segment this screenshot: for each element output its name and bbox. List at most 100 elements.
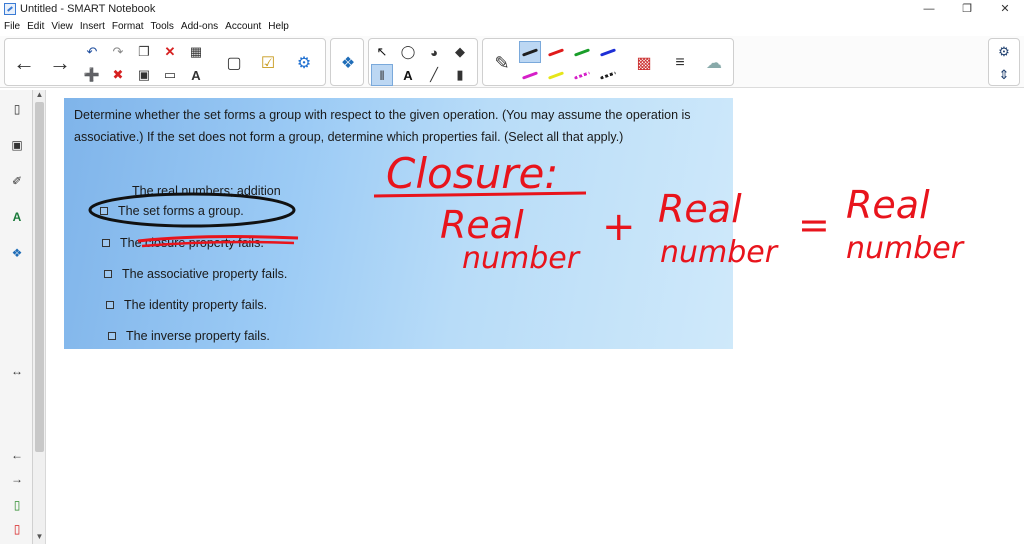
question-prompt: Determine whether the set forms a group … (74, 108, 691, 144)
color-palette-icon[interactable]: ▩ (627, 41, 661, 85)
option-label: The inverse property fails. (126, 329, 270, 343)
pen-style-magenta[interactable] (519, 64, 541, 86)
delete-page-side-icon[interactable]: ▯ (8, 520, 26, 538)
option-closure-fails: The closure property fails. (102, 236, 264, 250)
menu-insert[interactable]: Insert (80, 21, 105, 32)
undo-icon[interactable]: ↶ (81, 41, 103, 63)
table-icon[interactable]: ▦ (185, 41, 207, 63)
delete-page-icon[interactable]: ✖ (107, 64, 129, 86)
pen-swatch (599, 47, 617, 57)
option-label: The closure property fails. (120, 236, 264, 250)
gallery-icon[interactable]: ▣ (8, 136, 26, 154)
menu-tools[interactable]: Tools (151, 21, 174, 32)
menu-file[interactable]: File (4, 21, 20, 32)
menu-account[interactable]: Account (225, 21, 261, 32)
forward-icon[interactable]: → (43, 41, 77, 85)
pen-style-blue[interactable] (597, 41, 619, 63)
pen-icon[interactable]: ✎ (485, 41, 519, 85)
menu-bar: File Edit View Insert Format Tools Add-o… (0, 18, 1024, 34)
checkbox (100, 207, 108, 215)
text-icon[interactable]: A (397, 64, 419, 86)
resize-panel-icon[interactable]: ↔ (8, 362, 26, 380)
back-icon[interactable]: ← (7, 41, 41, 85)
scroll-up-icon[interactable]: ▲ (33, 90, 46, 102)
window-title: Untitled - SMART Notebook (20, 3, 156, 15)
pen-style-dashed-magenta[interactable] (571, 64, 593, 86)
pen-style-green[interactable] (571, 41, 593, 63)
attachments-icon[interactable]: ✐ (8, 172, 26, 190)
document-camera-icon[interactable]: ▢ (217, 41, 251, 85)
smart-notebook-icon (4, 3, 16, 15)
option-label: The set forms a group. (118, 204, 244, 218)
window-controls: — ❐ ✕ (910, 0, 1024, 18)
ink-equals: = (798, 203, 830, 247)
pen-swatch (573, 47, 591, 57)
properties-icon[interactable]: A (8, 208, 26, 226)
pen-style-black[interactable] (519, 41, 541, 63)
select-icon[interactable]: ↖ (371, 41, 393, 63)
menu-help[interactable]: Help (268, 21, 289, 32)
save-icon[interactable]: ▣ (133, 64, 155, 86)
paste-icon[interactable]: ❐ (133, 41, 155, 63)
fill-effects-icon[interactable]: ☁ (697, 41, 731, 85)
option-label: The identity property fails. (124, 298, 268, 312)
close-button[interactable]: ✕ (986, 0, 1024, 18)
move-toolbar-icon[interactable]: ⇕ (993, 64, 1015, 86)
checkbox (108, 332, 116, 340)
delete-icon[interactable]: ✕ (159, 41, 181, 63)
line-icon[interactable]: ╱ (423, 64, 445, 86)
question-image[interactable]: Determine whether the set forms a group … (64, 98, 733, 349)
magic-pen-icon[interactable]: ◕ (423, 41, 445, 63)
checkbox (106, 301, 114, 309)
page-sorter-icon[interactable]: ▯ (8, 100, 26, 118)
restore-button[interactable]: ❐ (948, 0, 986, 18)
menu-format[interactable]: Format (112, 21, 144, 32)
notebook-canvas[interactable]: Determine whether the set forms a group … (46, 90, 1024, 544)
line-style-icon[interactable]: ≡ (663, 41, 697, 85)
vertical-scrollbar[interactable]: ▲ ▼ (33, 90, 46, 544)
settings-icon[interactable]: ⚙ (993, 41, 1015, 63)
ink-result-2: number (846, 231, 965, 266)
option-inverse-fails: The inverse property fails. (108, 329, 270, 343)
activity-builder-icon[interactable]: ☑ (251, 41, 285, 85)
add-ons-icon[interactable]: ❖ (8, 244, 26, 262)
toolbar-group-addons: ❖ (330, 38, 364, 86)
handwriting-recognition-icon[interactable]: A (185, 64, 207, 86)
toolbar-group-settings: ⚙ ⇕ (988, 38, 1020, 86)
toolbar-group-page: ← → ↶ ↷ ❐ ✕ ▦ ➕ ✖ ▣ ▭ A ▢ ☑ ⚙ (4, 38, 326, 86)
option-associative-fails: The associative property fails. (104, 267, 287, 281)
scroll-down-icon[interactable]: ▼ (33, 532, 46, 544)
option-label: The associative property fails. (122, 267, 288, 281)
next-page-icon[interactable]: → (8, 470, 26, 488)
add-on-icon[interactable]: ❖ (331, 41, 365, 85)
previous-page-icon[interactable]: ← (8, 446, 26, 464)
scroll-thumb[interactable] (35, 102, 44, 452)
menu-view[interactable]: View (51, 21, 73, 32)
checkbox (102, 239, 110, 247)
menu-add-ons[interactable]: Add-ons (181, 21, 218, 32)
screen-shade-icon[interactable]: ▭ (159, 64, 181, 86)
option-identity-fails: The identity property fails. (106, 298, 267, 312)
ink-result-1: Real (846, 183, 930, 227)
pen-swatch (599, 70, 617, 80)
minimize-button[interactable]: — (910, 0, 948, 18)
checkbox (104, 270, 112, 278)
pen-style-yellow[interactable] (545, 64, 567, 86)
lab-icon[interactable]: ⚙ (287, 41, 321, 85)
pen-style-red[interactable] (545, 41, 567, 63)
add-page-side-icon[interactable]: ▯ (8, 496, 26, 514)
add-page-icon[interactable]: ➕ (81, 64, 103, 86)
fill-icon[interactable]: ◆ (449, 41, 471, 63)
pen-swatch (547, 70, 565, 80)
eraser-icon[interactable]: ▮ (449, 64, 471, 86)
pen-style-dashed-black[interactable] (597, 64, 619, 86)
pen-swatch (521, 47, 539, 57)
pen-swatch (521, 70, 539, 80)
shapes-icon[interactable]: ◯ (397, 41, 419, 63)
redo-icon[interactable]: ↷ (107, 41, 129, 63)
pens-icon[interactable]: ‖ (371, 64, 393, 86)
toolbar: ← → ↶ ↷ ❐ ✕ ▦ ➕ ✖ ▣ ▭ A ▢ ☑ ⚙ ❖ ↖ ◯ ◕ ◆ … (0, 36, 1024, 88)
menu-edit[interactable]: Edit (27, 21, 44, 32)
option-forms-group: The set forms a group. (100, 204, 244, 218)
toolbar-group-tools: ↖ ◯ ◕ ◆ ‖ A ╱ ▮ (368, 38, 478, 86)
